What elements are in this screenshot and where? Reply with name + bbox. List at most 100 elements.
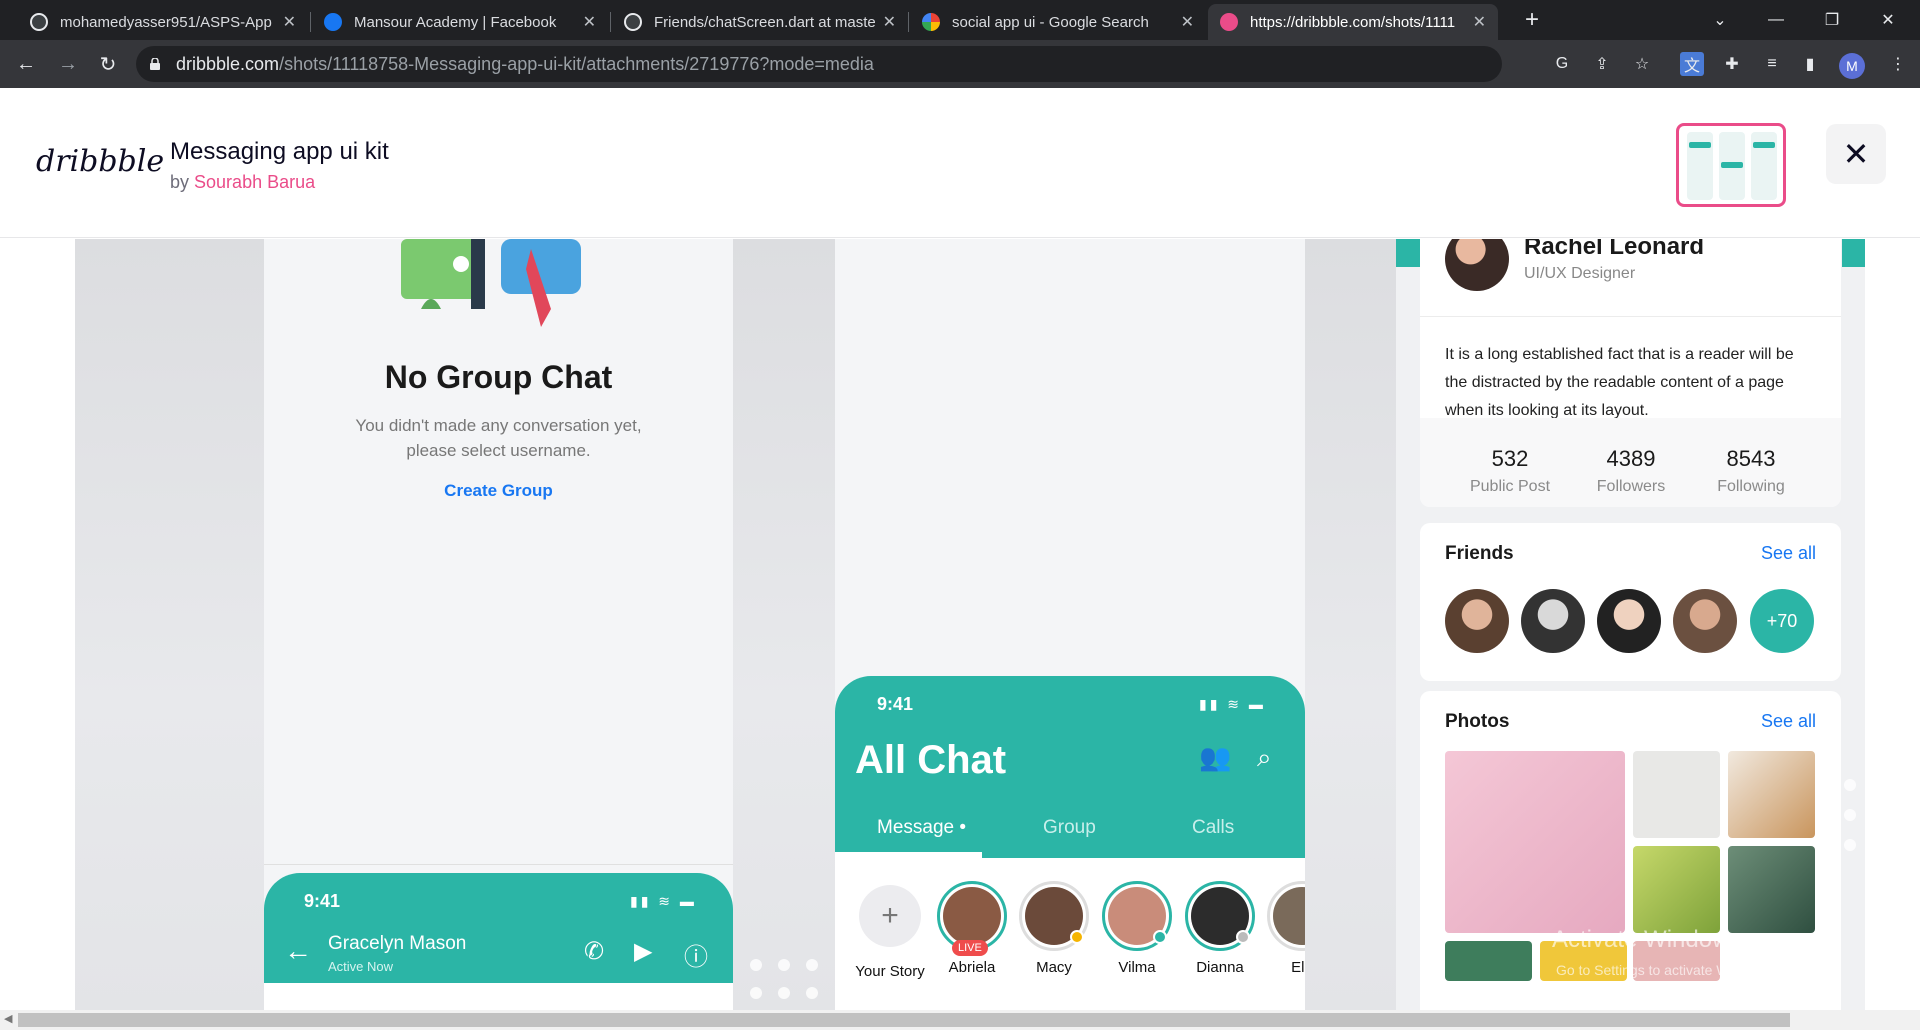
profile-role: UI/UX Designer xyxy=(1524,265,1636,282)
author-link[interactable]: Sourabh Barua xyxy=(194,172,315,192)
profile-name: Rachel Leonard xyxy=(1524,239,1705,260)
dribbble-icon xyxy=(1220,13,1238,31)
close-button[interactable]: ✕ xyxy=(1826,124,1886,184)
stat-following[interactable]: 8543 Following xyxy=(1691,446,1811,496)
back-arrow-icon[interactable]: ← xyxy=(284,935,312,967)
scrollbar-thumb[interactable] xyxy=(18,1013,1790,1027)
add-user-icon[interactable]: 👥 xyxy=(1199,742,1231,773)
share-icon[interactable]: ⇪ xyxy=(1590,52,1614,76)
decor-dot xyxy=(1844,809,1856,821)
browser-tab[interactable]: mohamedyasser951/ASPS-App ✕ xyxy=(18,4,308,40)
conversation-header: 9:41 ▮▮ ≋ ▬ ← Gracelyn Mason Active Now … xyxy=(264,873,733,983)
close-tab-icon[interactable]: ✕ xyxy=(583,12,596,32)
lock-icon[interactable] xyxy=(150,58,160,70)
page-title: All Chat xyxy=(855,738,1007,782)
contact-status: Active Now xyxy=(328,959,394,974)
story-item[interactable]: LIVE Abriela xyxy=(933,881,1011,976)
photo-thumbnail[interactable] xyxy=(1633,751,1720,838)
friend-avatar[interactable] xyxy=(1673,589,1737,653)
phone-all-chat: 9:41 ▮▮ ≋ ▬ All Chat 👥 ⌕ Message • Group… xyxy=(835,676,1305,1010)
stat-followers[interactable]: 4389 Followers xyxy=(1571,446,1691,496)
story-item[interactable]: Macy xyxy=(1015,881,1093,976)
tab-search-button[interactable]: ⌄ xyxy=(1692,0,1748,40)
close-icon: ✕ xyxy=(1842,136,1870,172)
close-window-button[interactable]: ✕ xyxy=(1860,0,1916,40)
accent-strip xyxy=(1842,239,1865,267)
decor-dot xyxy=(806,959,818,971)
decor-dot xyxy=(750,987,762,999)
profile-stats: 532 Public Post 4389 Followers 8543 Foll… xyxy=(1420,418,1841,507)
decor-dot xyxy=(750,959,762,971)
browser-tab[interactable]: social app ui - Google Search ✕ xyxy=(910,4,1206,40)
video-icon[interactable]: ▶ xyxy=(634,937,652,966)
extensions-icon[interactable]: ✚ xyxy=(1720,52,1744,76)
close-tab-icon[interactable]: ✕ xyxy=(283,12,296,32)
media-control-icon[interactable]: ≡ xyxy=(1760,52,1784,76)
decor-dot xyxy=(806,987,818,999)
phone-icon[interactable]: ✆ xyxy=(584,937,604,966)
github-icon xyxy=(624,13,642,31)
info-icon[interactable]: ⓘ xyxy=(684,937,708,972)
reload-button[interactable]: ↻ xyxy=(92,48,124,80)
bookmark-star-icon[interactable]: ☆ xyxy=(1630,52,1654,76)
close-tab-icon[interactable]: ✕ xyxy=(1473,12,1486,32)
forward-button[interactable]: → xyxy=(52,48,84,80)
friend-avatar[interactable] xyxy=(1597,589,1661,653)
close-tab-icon[interactable]: ✕ xyxy=(1181,12,1194,32)
browser-tab[interactable]: Mansour Academy | Facebook ✕ xyxy=(312,4,608,40)
photo-thumbnail[interactable] xyxy=(1633,846,1720,933)
side-panel-icon[interactable]: ▮ xyxy=(1798,52,1822,76)
phone-conversation: 9:41 ▮▮ ≋ ▬ ← Gracelyn Mason Active Now … xyxy=(264,873,733,1010)
minimize-button[interactable]: — xyxy=(1748,0,1804,40)
photo-thumbnail[interactable] xyxy=(1728,846,1815,933)
shot-header: dribbble Messaging app ui kit by Sourabh… xyxy=(0,88,1920,238)
dribbble-logo[interactable]: dribbble xyxy=(36,144,164,179)
decor-dot xyxy=(778,987,790,999)
friend-avatar[interactable] xyxy=(1445,589,1509,653)
create-group-link[interactable]: Create Group xyxy=(264,481,733,501)
stat-public-post: 532 Public Post xyxy=(1469,446,1551,495)
status-time: 9:41 xyxy=(877,694,914,714)
story-item[interactable]: Eln xyxy=(1263,881,1305,976)
status-time: 9:41 xyxy=(304,891,341,911)
menu-kebab-icon[interactable]: ⋮ xyxy=(1886,52,1910,76)
empty-state-subtitle: You didn't made any conversation yet, pl… xyxy=(355,416,642,460)
tab-group[interactable]: Group xyxy=(1043,817,1096,839)
address-bar[interactable]: dribbble.com/shots/11118758-Messaging-ap… xyxy=(136,46,1502,82)
attachment-thumbnail[interactable] xyxy=(1676,123,1786,207)
google-icon xyxy=(922,13,940,31)
shot-image: No Group Chat You didn't made any conver… xyxy=(75,239,1865,1010)
photo-thumbnail[interactable] xyxy=(1728,751,1815,838)
story-add[interactable]: + Your Story xyxy=(851,881,929,980)
google-lens-icon[interactable]: G xyxy=(1550,52,1574,76)
more-friends-badge[interactable]: +70 xyxy=(1750,589,1814,653)
friend-avatar[interactable] xyxy=(1521,589,1585,653)
reload-icon: ↻ xyxy=(99,53,117,76)
profile-card: Rachel Leonard UI/UX Designer It is a lo… xyxy=(1420,239,1841,507)
story-item[interactable]: Dianna xyxy=(1181,881,1259,976)
chat-header: 9:41 ▮▮ ≋ ▬ All Chat 👥 ⌕ Message • Group… xyxy=(835,676,1305,858)
empty-state-title: No Group Chat xyxy=(384,359,613,395)
browser-tab[interactable]: Friends/chatScreen.dart at maste ✕ xyxy=(612,4,908,40)
photo-thumbnail[interactable] xyxy=(1445,941,1532,981)
back-button[interactable]: ← xyxy=(10,48,42,80)
tab-message[interactable]: Message • xyxy=(877,817,966,839)
story-item[interactable]: Vilma xyxy=(1098,881,1176,976)
friends-see-all-link[interactable]: See all xyxy=(1761,543,1816,564)
plus-icon: + xyxy=(1524,6,1539,33)
photos-see-all-link[interactable]: See all xyxy=(1761,711,1816,732)
tab-calls[interactable]: Calls xyxy=(1192,817,1234,839)
horizontal-scrollbar[interactable]: ◀ xyxy=(0,1010,1920,1030)
photo-thumbnail[interactable] xyxy=(1445,751,1625,933)
translate-icon[interactable]: 文 xyxy=(1680,52,1704,76)
new-tab-button[interactable]: + xyxy=(1504,0,1560,40)
friends-title: Friends xyxy=(1445,543,1514,564)
browser-tab-active[interactable]: https://dribbble.com/shots/1111 ✕ xyxy=(1208,4,1498,40)
avatar[interactable] xyxy=(1445,239,1509,291)
close-tab-icon[interactable]: ✕ xyxy=(883,12,896,32)
scroll-left-icon[interactable]: ◀ xyxy=(4,1012,12,1025)
profile-avatar[interactable]: M xyxy=(1839,53,1865,79)
search-icon[interactable]: ⌕ xyxy=(1257,742,1272,774)
restore-button[interactable]: ❐ xyxy=(1804,0,1860,40)
photos-title: Photos xyxy=(1445,711,1510,732)
